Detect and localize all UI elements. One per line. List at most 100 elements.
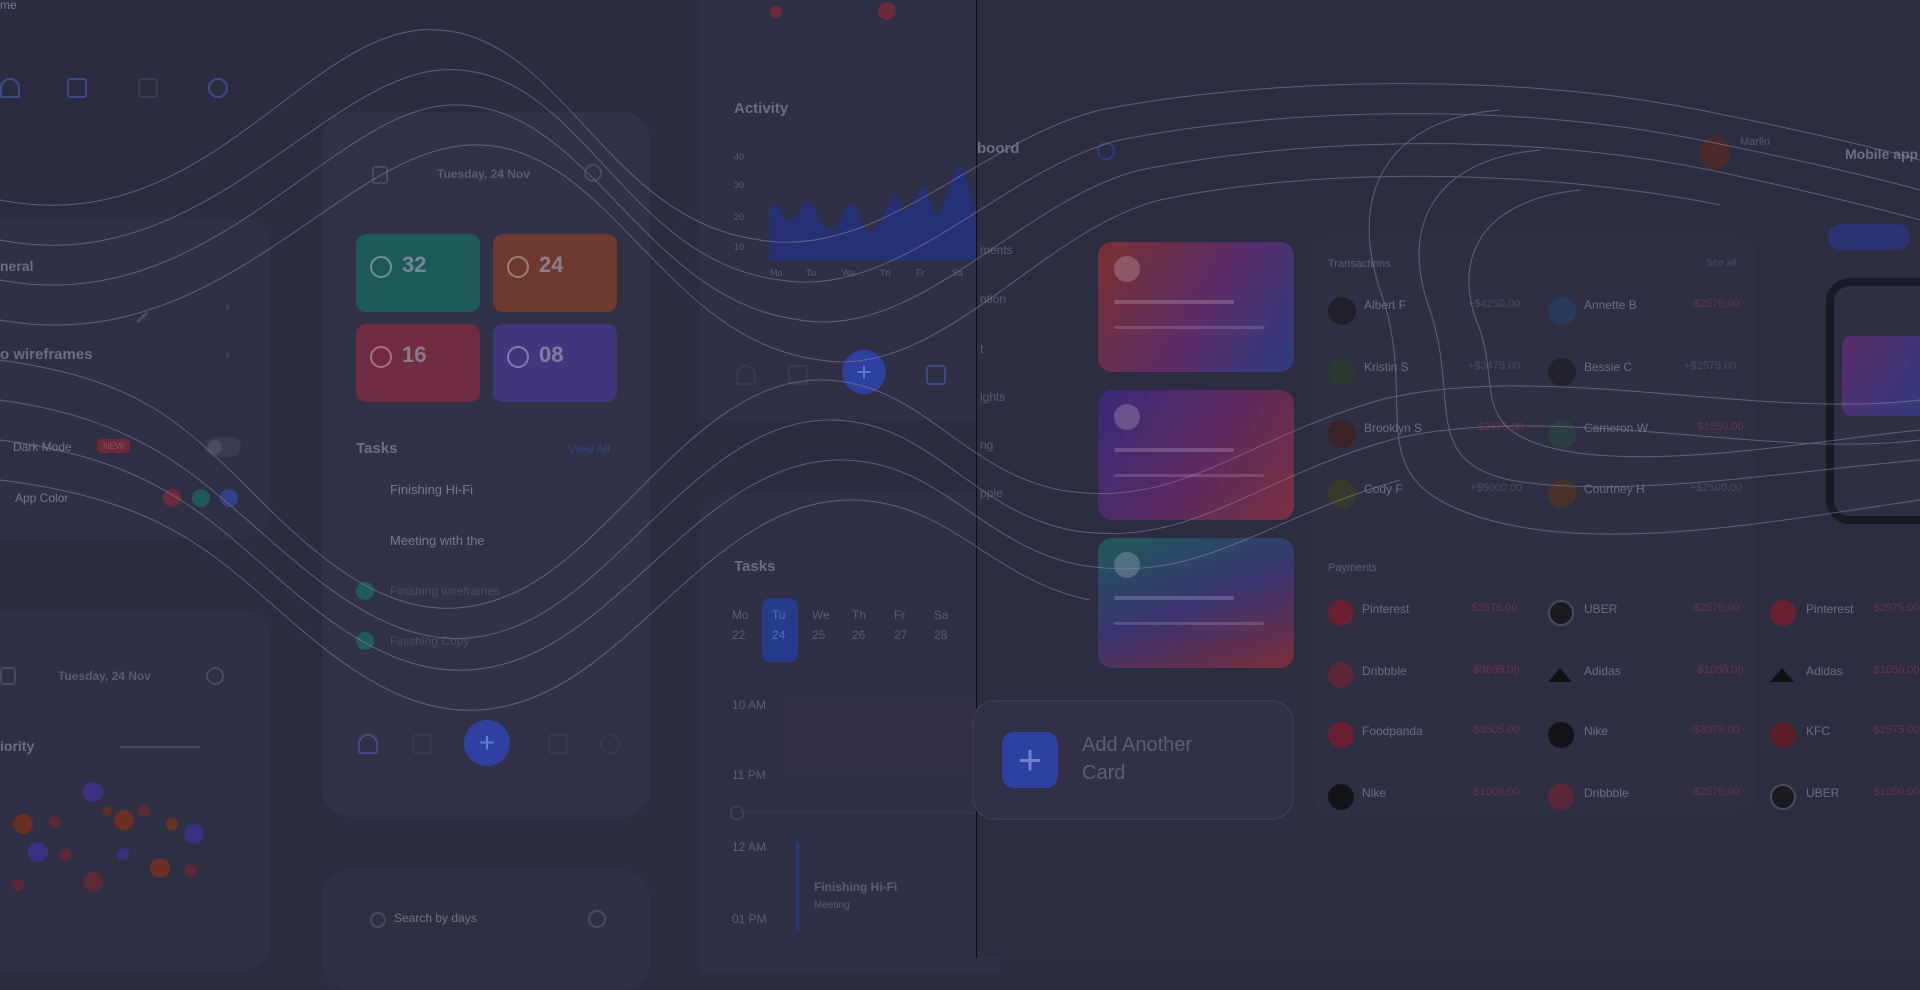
card-holder	[1114, 326, 1264, 329]
priority-filter[interactable]	[120, 746, 200, 748]
sidebar-item[interactable]: ments	[980, 243, 1013, 257]
dark-mode-label: Dark Mode	[13, 440, 72, 454]
day-date[interactable]: 24	[772, 628, 785, 642]
settings-icon[interactable]	[600, 734, 620, 754]
search-icon[interactable]	[206, 667, 224, 685]
sidebar-item[interactable]: ntion	[980, 292, 1006, 306]
settings-icon[interactable]	[208, 78, 228, 98]
chart-dot	[878, 2, 896, 20]
task-item[interactable]: Meeting with the	[390, 533, 485, 548]
day-date[interactable]: 22	[732, 628, 745, 642]
search-icon[interactable]	[584, 164, 602, 182]
event-title[interactable]: Finishing Hi-Fi	[814, 880, 897, 894]
avatar[interactable]	[1700, 136, 1730, 170]
priority-dot	[102, 806, 112, 816]
card-logo-icon	[1114, 404, 1140, 430]
phone-mockup	[1826, 278, 1920, 524]
filter-icon[interactable]	[588, 910, 606, 928]
day-date[interactable]: 25	[812, 628, 825, 642]
calendar-icon[interactable]	[412, 734, 432, 754]
calendar-icon[interactable]	[788, 365, 808, 385]
timeline-handle[interactable]	[730, 806, 744, 820]
check-icon[interactable]	[356, 582, 374, 600]
time-label: 01 PM	[732, 912, 767, 926]
transaction-name: Brooklyn S	[1364, 421, 1423, 435]
day-date[interactable]: 26	[852, 628, 865, 642]
color-swatch-red[interactable]	[163, 489, 181, 507]
day-name[interactable]: Mo	[732, 608, 749, 622]
add-button[interactable]: +	[842, 350, 886, 394]
day-name[interactable]: Sa	[934, 608, 949, 622]
color-swatch-blue[interactable]	[220, 489, 238, 507]
dark-mode-toggle[interactable]	[205, 437, 241, 457]
credit-card[interactable]	[1098, 390, 1294, 520]
stat-tile-red[interactable]: 16	[356, 324, 480, 402]
credit-card[interactable]	[1098, 242, 1294, 372]
calendar-icon[interactable]	[372, 166, 388, 184]
home-icon[interactable]	[736, 365, 756, 385]
payment-amount: -$3505.00	[1470, 724, 1520, 736]
sidebar-item[interactable]: pple	[980, 486, 1003, 500]
transactions-title: Transactions	[1328, 258, 1391, 270]
home-icon[interactable]	[358, 734, 378, 754]
priority-dot	[184, 824, 204, 844]
chat-icon[interactable]	[138, 78, 158, 98]
add-button[interactable]: +	[464, 720, 510, 766]
sidebar-item[interactable]: t	[980, 342, 983, 356]
transaction-amount: +$5000.00	[1470, 482, 1523, 494]
task-item[interactable]: Finishing wireframes	[390, 584, 500, 598]
pinterest-icon	[1770, 600, 1796, 626]
chevron-right-icon[interactable]: ›	[225, 346, 230, 362]
plus-icon: +	[1002, 732, 1058, 788]
transaction-name: Annette B	[1584, 298, 1637, 312]
pencil-icon[interactable]	[135, 311, 149, 324]
event-card[interactable]	[786, 692, 1000, 780]
card-logo-icon	[1114, 552, 1140, 578]
time-label: 10 AM	[732, 698, 767, 712]
top-left-text: me	[0, 0, 17, 12]
add-card-button[interactable]: + Add Another Card	[972, 700, 1294, 820]
avatar	[1548, 358, 1576, 386]
see-all-link[interactable]: See all	[1706, 258, 1737, 269]
sidebar-item[interactable]: ights	[980, 390, 1005, 404]
new-button[interactable]	[1828, 224, 1910, 250]
day-name[interactable]: Tu	[772, 608, 786, 622]
day-date[interactable]: 27	[894, 628, 907, 642]
calendar-icon[interactable]	[67, 78, 87, 98]
search-input[interactable]	[392, 906, 576, 930]
check-icon[interactable]	[356, 632, 374, 650]
stat-tile-teal[interactable]: 32	[356, 234, 480, 312]
priority-dot	[185, 865, 197, 877]
stat-tile-purple[interactable]: 08	[493, 324, 617, 402]
view-all-link[interactable]: View All	[568, 442, 610, 456]
day-date[interactable]: 28	[934, 628, 947, 642]
y-tick: 40	[734, 152, 745, 162]
transaction-amount: +$3475.00	[1468, 360, 1521, 372]
x-tick: Mo	[770, 268, 783, 278]
search-icon[interactable]	[1097, 142, 1115, 160]
stat-tile-orange[interactable]: 24	[493, 234, 617, 312]
color-swatch-teal[interactable]	[192, 489, 210, 507]
transaction-name: Bessie C	[1584, 360, 1633, 374]
priority-title: iority	[0, 738, 35, 754]
day-name[interactable]: Th	[852, 608, 866, 622]
x-tick: Tu	[806, 268, 817, 278]
chat-icon[interactable]	[548, 734, 568, 754]
payment-amount: -$2575.00	[1690, 786, 1740, 798]
avatar	[1328, 480, 1356, 508]
calendar-icon[interactable]	[0, 667, 16, 685]
card-holder	[1114, 474, 1264, 477]
day-name[interactable]: We	[812, 608, 830, 622]
chat-icon[interactable]	[926, 365, 946, 385]
day-name[interactable]: Fr	[894, 608, 905, 622]
home-icon[interactable]	[0, 78, 20, 98]
stat-value: 16	[402, 342, 427, 367]
timer-icon	[370, 346, 392, 368]
payment-name: Nike	[1362, 786, 1387, 800]
chevron-right-icon[interactable]: ›	[225, 298, 230, 314]
calendar-title: Tasks	[734, 558, 776, 575]
task-item[interactable]: Finishing Copy	[390, 634, 469, 648]
sidebar-item[interactable]: ng	[980, 438, 993, 452]
task-item[interactable]: Finishing Hi-Fi	[390, 482, 473, 497]
credit-card[interactable]	[1098, 538, 1294, 668]
